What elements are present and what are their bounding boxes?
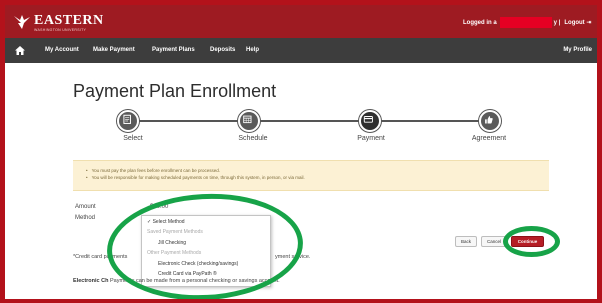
step-payment-card-icon (359, 110, 381, 132)
continue-button[interactable]: Continue (511, 236, 544, 247)
step-label-payment: Payment (357, 135, 385, 142)
redacted-username (499, 17, 552, 28)
eagle-logo-icon (14, 15, 30, 29)
logged-in-status: Logged in a y | Logout ⇥ (463, 17, 591, 28)
amount-value: $40.00 (150, 204, 169, 210)
brand-name: EASTERN (34, 13, 104, 28)
credit-card-note-tail: yment service. (275, 254, 311, 260)
step-select-document-icon (117, 110, 139, 132)
cancel-button[interactable]: Cancel (481, 236, 507, 247)
amount-label: Amount (75, 204, 96, 210)
step-label-agreement: Agreement (471, 135, 507, 142)
back-button[interactable]: Back (455, 236, 477, 247)
notice-box: You must pay the plan fees before enroll… (73, 160, 549, 191)
main-navbar: My Account Make Payment Payment Plans De… (5, 38, 597, 63)
top-header-bar: EASTERN WASHINGTON UNIVERSITY Logged in … (5, 5, 597, 38)
nav-my-profile[interactable]: My Profile (563, 47, 592, 53)
step-label-schedule: Schedule (238, 135, 268, 142)
logo-text: EASTERN WASHINGTON UNIVERSITY (34, 13, 104, 33)
electronic-check-note: Electronic Ch Payments can be made from … (73, 278, 280, 284)
logged-in-suffix: y | (553, 19, 561, 26)
method-option-credit-card[interactable]: Credit Card via PayPath ® (158, 271, 217, 277)
university-logo[interactable]: EASTERN WASHINGTON UNIVERSITY (13, 14, 104, 32)
screenshot-frame: EASTERN WASHINGTON UNIVERSITY Logged in … (0, 0, 602, 303)
method-option-select-method[interactable]: ✓ Select Method (147, 219, 185, 225)
step-agreement-thumbs-up-icon (479, 110, 501, 132)
method-option-electronic-check[interactable]: Electronic Check (checking/savings) (158, 261, 238, 267)
logged-in-label: Logged in a (463, 19, 497, 26)
credit-card-note: *Credit card payments (73, 254, 128, 260)
step-label-select: Select (123, 135, 143, 142)
nav-my-account[interactable]: My Account (45, 47, 79, 53)
notice-item: You must pay the plan fees before enroll… (86, 167, 549, 174)
step-schedule-calendar-icon (238, 110, 260, 132)
method-option-jill-checking[interactable]: Jill Checking (158, 240, 186, 246)
method-label: Method (75, 215, 96, 221)
nav-payment-plans[interactable]: Payment Plans (152, 47, 195, 53)
method-group-saved: Saved Payment Methods (147, 229, 203, 235)
method-group-other: Other Payment Methods (147, 250, 202, 256)
nav-help[interactable]: Help (246, 47, 259, 53)
page-title: Payment Plan Enrollment (73, 81, 277, 101)
notice-item: You will be responsible for making sched… (86, 174, 549, 181)
brand-subtitle: WASHINGTON UNIVERSITY (34, 28, 87, 32)
logout-link[interactable]: Logout ⇥ (564, 19, 591, 26)
electronic-check-heading: Electronic Ch (73, 278, 109, 284)
electronic-check-text: Payments can be made from a personal che… (109, 278, 280, 284)
progress-line (133, 120, 490, 122)
payment-method-dropdown[interactable]: ✓ Select Method Saved Payment Methods Ji… (141, 215, 271, 287)
nav-make-payment[interactable]: Make Payment (93, 47, 135, 53)
nav-deposits[interactable]: Deposits (210, 47, 235, 53)
home-icon[interactable] (15, 46, 25, 55)
